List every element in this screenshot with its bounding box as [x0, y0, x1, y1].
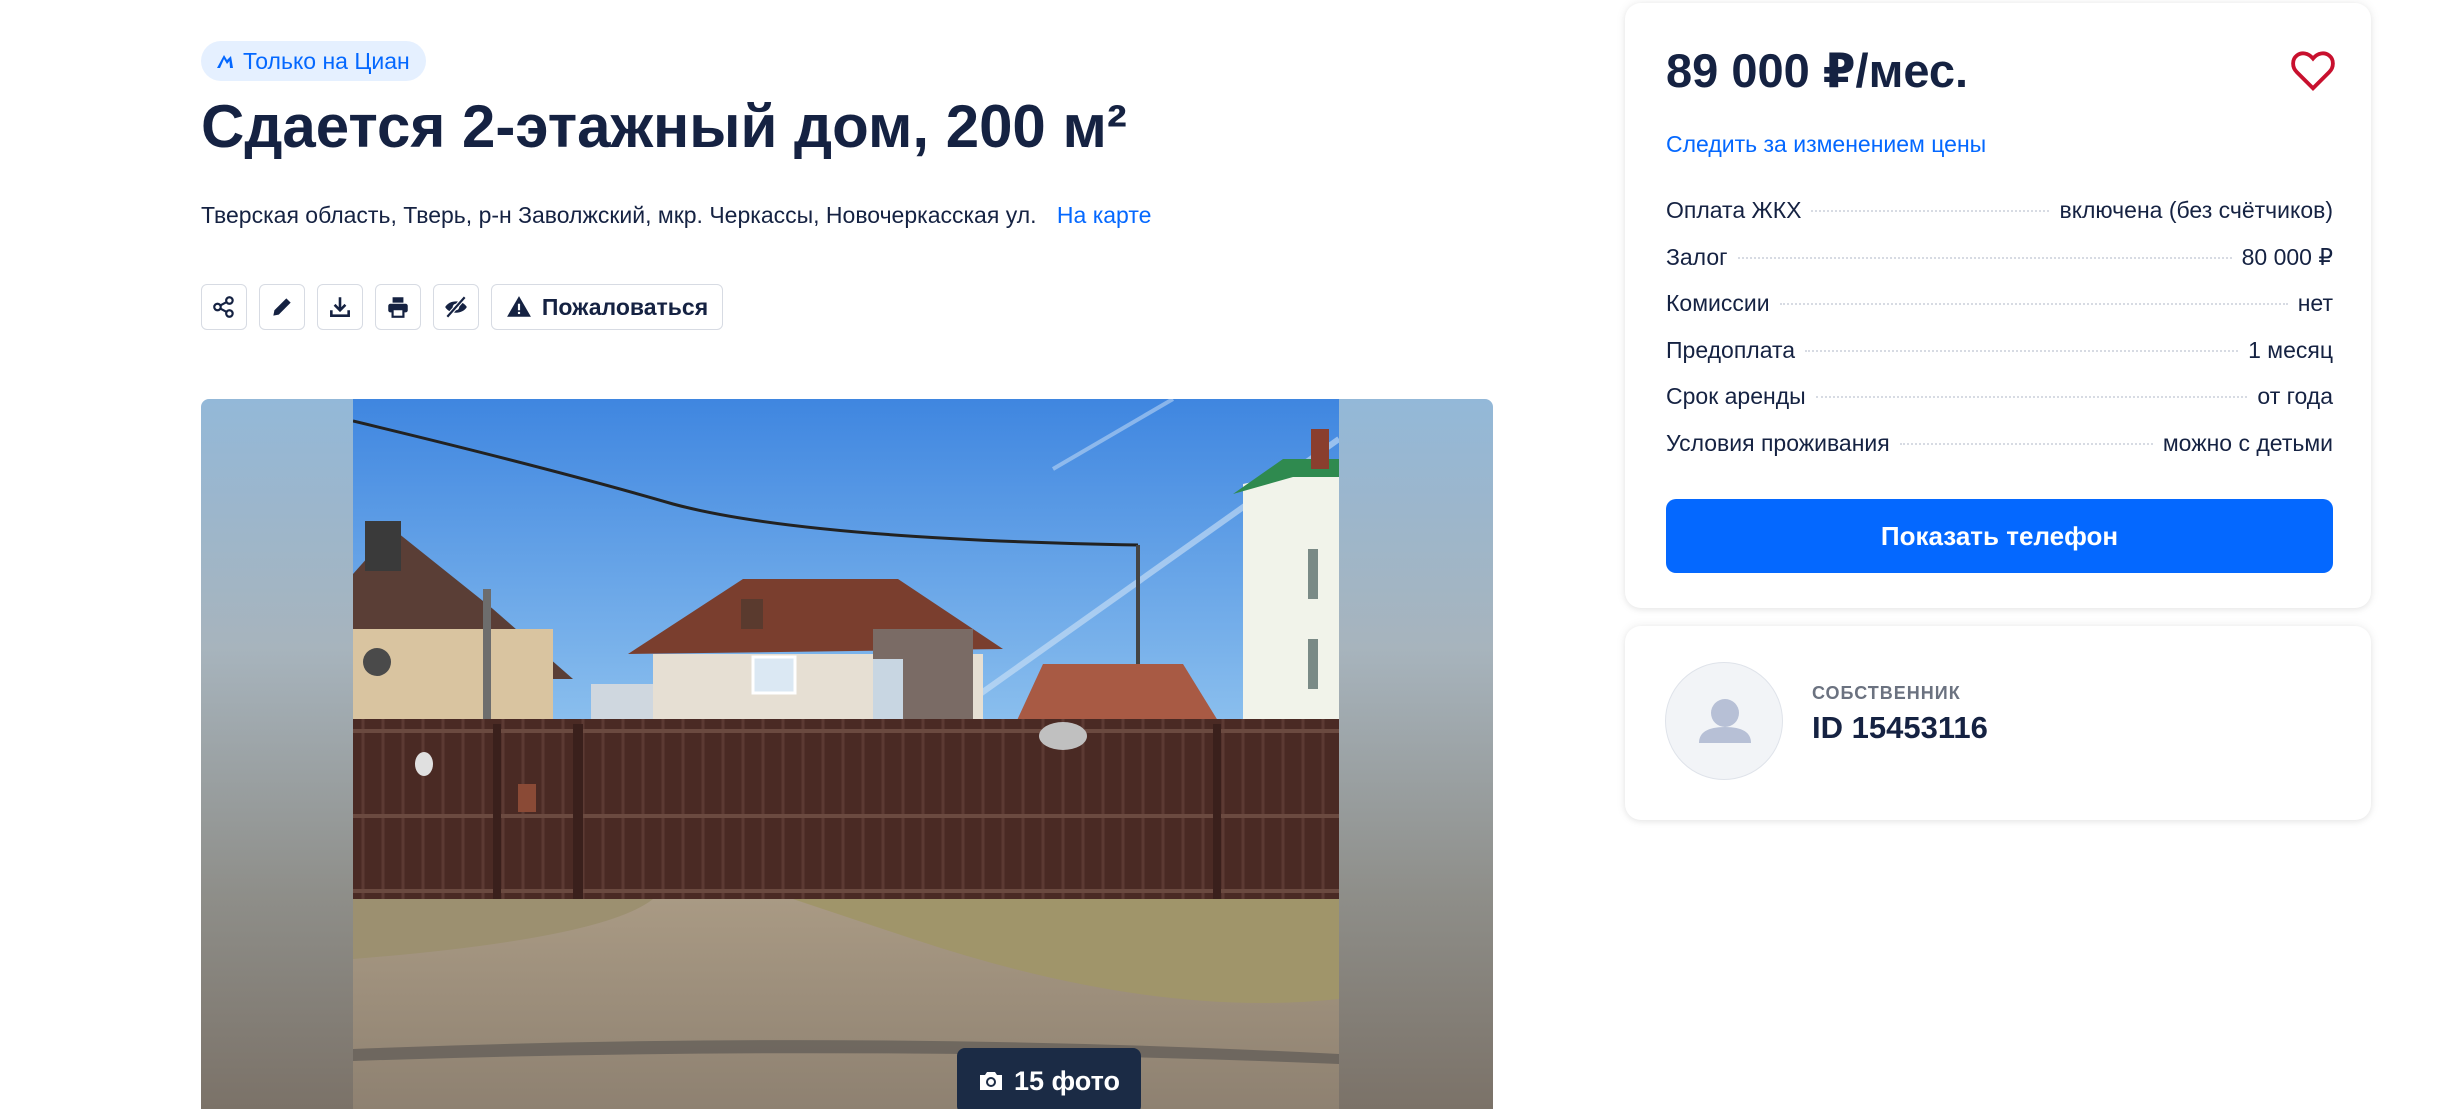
term-value: нет — [2297, 290, 2333, 316]
print-icon — [388, 297, 408, 318]
user-avatar-icon — [1699, 699, 1751, 743]
download-icon — [330, 297, 350, 317]
term-label: Условия проживания — [1666, 429, 1890, 456]
leader-dots — [1779, 303, 2288, 305]
share-icon — [213, 296, 234, 318]
share-button[interactable] — [201, 284, 247, 330]
favorite-heart-icon[interactable] — [2290, 48, 2336, 94]
term-label: Срок аренды — [1666, 383, 1806, 409]
photo-count-label: 15 фото — [1014, 1065, 1120, 1096]
term-label: Залог — [1666, 243, 1728, 270]
action-toolbar: Пожаловаться — [201, 284, 723, 330]
rental-terms: Оплата ЖКХ включена (без счётчиков) Зало… — [1666, 197, 2333, 476]
term-label: Предоплата — [1666, 336, 1796, 363]
avatar[interactable] — [1665, 662, 1783, 780]
complain-button[interactable]: Пожаловаться — [491, 284, 723, 330]
leader-dots — [1805, 349, 2239, 352]
term-row: Условия проживания можно с детьми — [1666, 430, 2333, 477]
term-value: можно с детьми — [2162, 429, 2333, 456]
camera-icon — [980, 1072, 1002, 1090]
term-row: Предоплата 1 месяц — [1666, 337, 2333, 384]
term-row: Оплата ЖКХ включена (без счётчиков) — [1666, 197, 2333, 244]
term-value: включена (без счётчиков) — [2059, 197, 2333, 223]
complain-label: Пожаловаться — [541, 293, 709, 320]
term-value: 80 000 ₽ — [2241, 243, 2333, 270]
hide-icon — [445, 295, 467, 319]
hide-button[interactable] — [433, 284, 479, 330]
print-button[interactable] — [375, 284, 421, 330]
owner-id[interactable]: ID 15453116 — [1812, 710, 1988, 746]
price-card: 89 000 ₽/мес. Следить за изменением цены… — [1625, 3, 2371, 608]
term-label: Оплата ЖКХ — [1666, 197, 1802, 223]
download-button[interactable] — [317, 284, 363, 330]
term-value: от года — [2257, 383, 2333, 409]
leader-dots — [1815, 396, 2248, 398]
leader-dots — [1737, 256, 2232, 259]
show-phone-button[interactable]: Показать телефон — [1666, 499, 2333, 573]
term-row: Срок аренды от года — [1666, 383, 2333, 430]
photo-count-button[interactable]: 15 фото — [957, 1048, 1141, 1109]
exclusive-badge: Только на Циан — [201, 41, 426, 81]
cian-logo-icon — [217, 55, 233, 68]
photo-gallery[interactable]: 15 фото — [201, 399, 1493, 1109]
leader-dots — [1899, 442, 2153, 445]
main-photo[interactable] — [353, 399, 1339, 1109]
edit-button[interactable] — [259, 284, 305, 330]
term-value: 1 месяц — [2248, 336, 2333, 363]
owner-role: СОБСТВЕННИК — [1812, 683, 1961, 703]
term-row: Комиссии нет — [1666, 290, 2333, 337]
term-label: Комиссии — [1666, 290, 1770, 316]
price: 89 000 ₽/мес. — [1666, 44, 1969, 97]
leader-dots — [1811, 210, 2050, 212]
warning-icon — [506, 296, 531, 317]
badge-label: Только на Циан — [243, 47, 410, 74]
address: Тверская область, Тверь, р-н Заволжский,… — [201, 202, 1151, 229]
address-text: Тверская область, Тверь, р-н Заволжский,… — [201, 202, 1037, 228]
track-price-link[interactable]: Следить за изменением цены — [1666, 131, 1986, 158]
map-link[interactable]: На карте — [1057, 202, 1152, 228]
house-photo — [353, 399, 1339, 1109]
edit-icon — [273, 298, 291, 316]
page-title: Сдается 2-этажный дом, 200 м² — [201, 93, 1127, 160]
owner-card: СОБСТВЕННИК ID 15453116 — [1625, 626, 2371, 820]
term-row: Залог 80 000 ₽ — [1666, 244, 2333, 291]
